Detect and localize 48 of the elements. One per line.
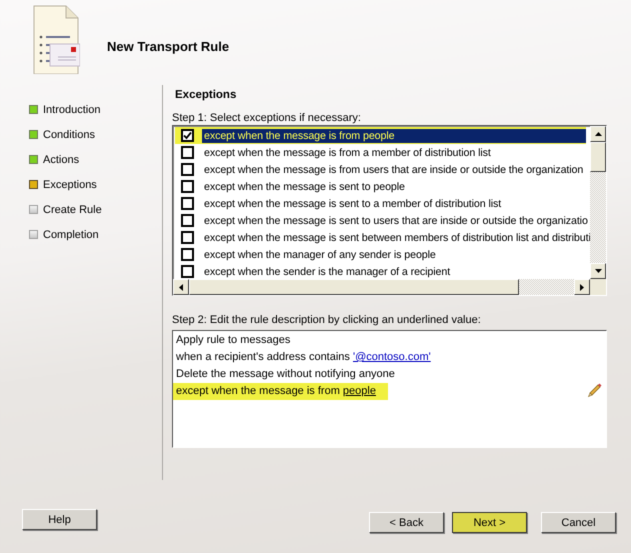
checkbox[interactable] [181,129,194,142]
next-button[interactable]: Next > [452,512,527,533]
checkbox[interactable] [181,180,194,193]
checkbox[interactable] [181,248,194,261]
checkbox[interactable] [181,231,194,244]
description-line: when a recipient's address contains '@contoso.com' [176,350,432,365]
step-item[interactable]: Create Rule [43,204,102,216]
scroll-thumb[interactable] [189,279,519,295]
step-label: Step 2: Edit the rule description by clicking an underlined value: [172,314,482,327]
description-line: Apply rule to messages [176,333,292,348]
list-item[interactable]: except when the message is sent to a member of distribution list [202,196,504,210]
list-item[interactable]: except when the sender is the manager of a recipient [202,264,452,278]
horizontal-scrollbar[interactable] [173,279,606,295]
link[interactable]: people [342,385,376,397]
page-heading: Exceptions [175,89,238,103]
down-arrow-icon[interactable] [594,269,602,273]
checkbox[interactable] [181,197,194,210]
list-item[interactable]: except when the message is sent between members of distribution list and distributi [202,230,590,244]
right-arrow-icon[interactable] [580,284,584,290]
pencil-icon[interactable] [587,382,603,398]
list-item[interactable]: except when the message is from people [202,128,586,142]
link[interactable]: '@contoso.com' [352,351,431,363]
step-label: Step 1: Select exceptions if necessary: [172,112,362,125]
scrollbar-corner [590,279,606,295]
step-item[interactable]: Introduction [43,104,100,116]
list-item[interactable]: except when the message is sent to users that are inside or outside the organizatio [202,214,590,228]
help-button[interactable]: Help [22,509,97,530]
vertical-scrollbar[interactable] [590,126,606,279]
description-line: Delete the message without notifying anyone [176,367,396,382]
scroll-thumb[interactable] [590,142,606,172]
left-arrow-icon[interactable] [179,284,183,290]
step-item[interactable]: Actions [43,154,80,166]
back-button[interactable]: < Back [369,512,444,533]
list-item[interactable]: except when the message is from a member of distribution list [202,146,493,160]
wizard-title: New Transport Rule [107,38,230,54]
list-item[interactable]: except when the message is from users that are inside or outside the organization [202,162,586,176]
checkbox[interactable] [181,146,194,159]
checkbox[interactable] [181,214,194,227]
step-item[interactable]: Exceptions [43,178,97,190]
up-arrow-icon[interactable] [594,132,602,136]
cancel-button[interactable]: Cancel [541,512,616,533]
list-item[interactable]: except when the manager of any sender is people [202,248,438,262]
list-item[interactable]: except when the message is sent to people [202,180,407,194]
checkbox[interactable] [181,163,194,176]
step-item[interactable]: Completion [43,228,99,240]
exceptions-list[interactable] [172,125,607,296]
checkbox[interactable] [181,265,194,278]
step-item[interactable]: Conditions [43,128,95,140]
